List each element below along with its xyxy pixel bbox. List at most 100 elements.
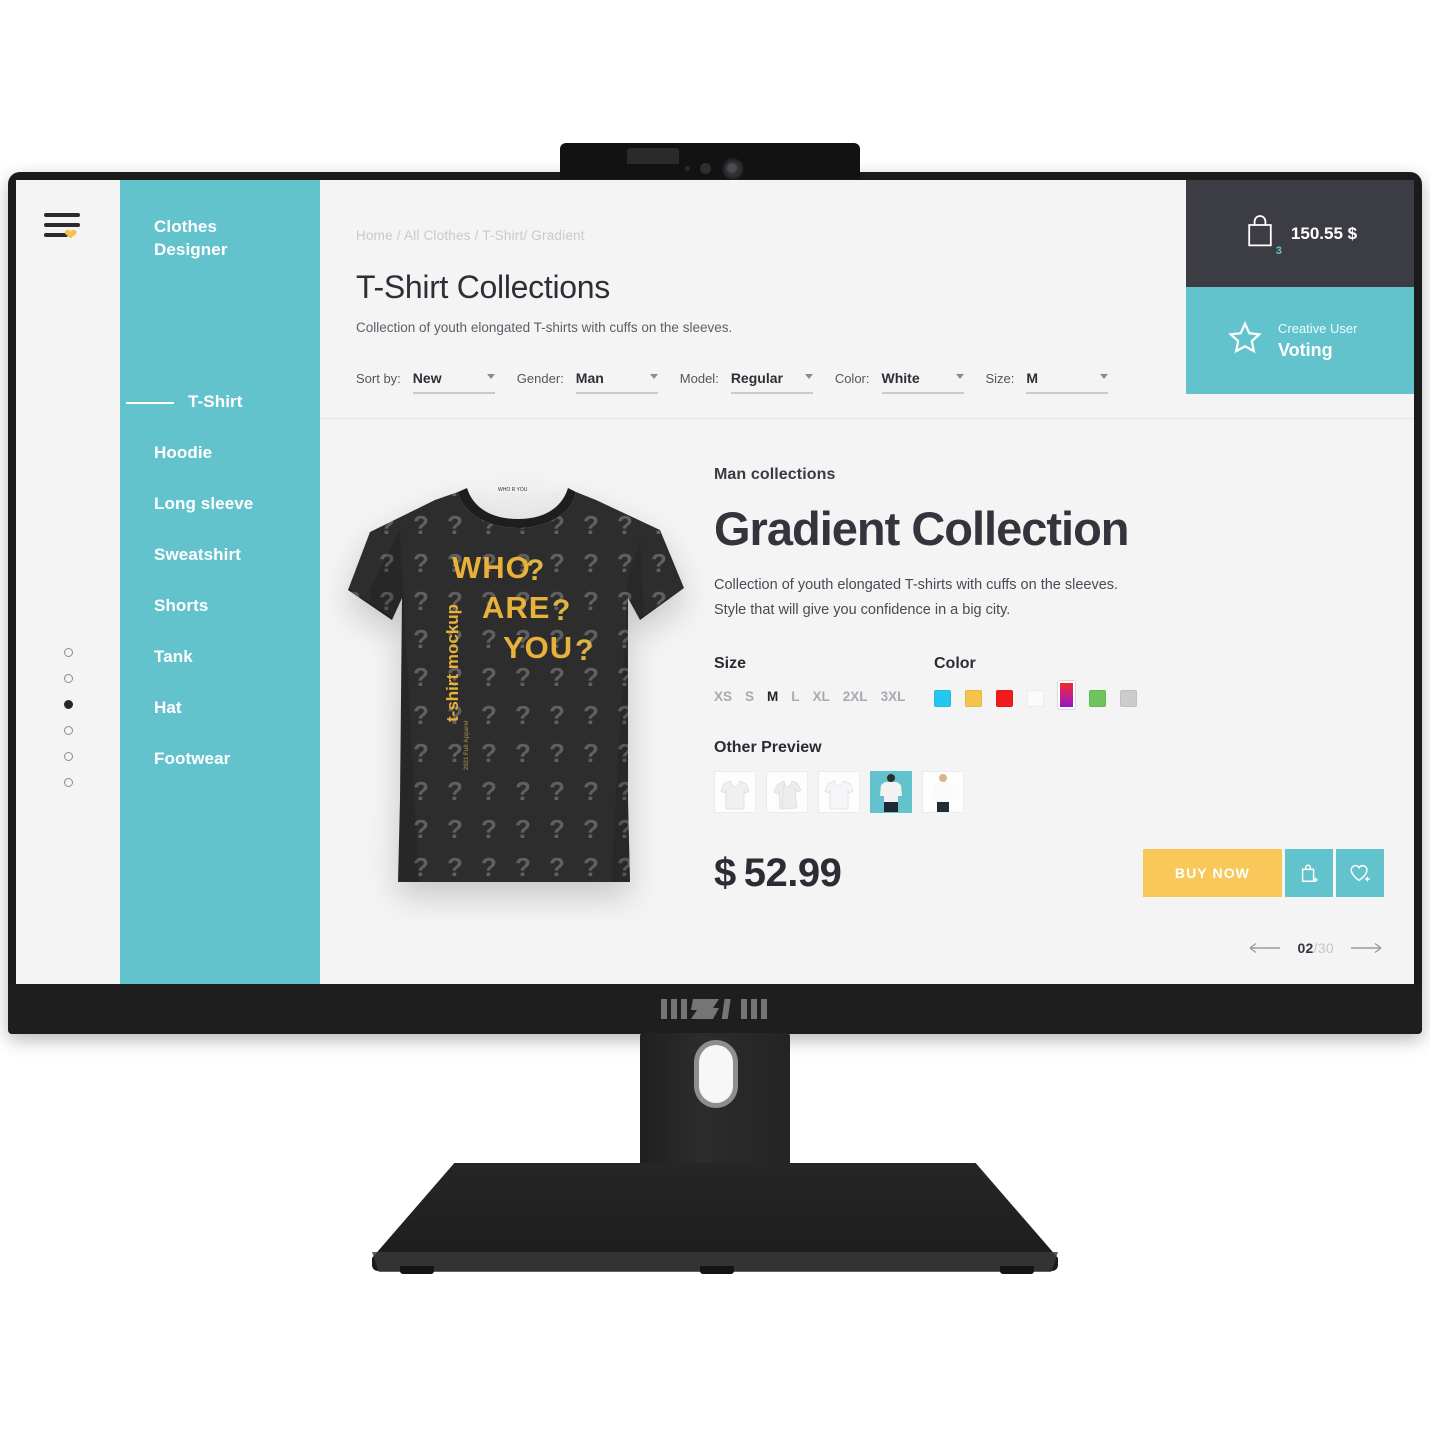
sidebar-item-tank[interactable]: Tank	[120, 631, 320, 682]
cart-count-badge: 3	[1275, 245, 1282, 257]
screenshot-root: ❤ Clothes Designer T-Shirt Hoodie Long s…	[0, 0, 1430, 1430]
svg-text:2021 Full Apparel: 2021 Full Apparel	[464, 720, 470, 770]
svg-text:WHO: WHO	[452, 550, 531, 585]
sidebar-item-label: T-Shirt	[188, 391, 243, 411]
buy-now-button[interactable]: BUY NOW	[1142, 849, 1282, 898]
stand-foot	[400, 1266, 434, 1274]
cart-summary[interactable]: 3 150.55 $	[1186, 180, 1414, 287]
webcam-led-icon	[700, 163, 711, 174]
slide-dot-active[interactable]	[64, 700, 73, 709]
slide-dot[interactable]	[64, 648, 73, 657]
slide-dot[interactable]	[64, 778, 73, 787]
shopping-bag-icon: 3	[1243, 213, 1282, 257]
msi-logo	[8, 985, 1422, 1033]
pagination: 02/30	[1247, 940, 1384, 956]
brand-logo: Clothes Designer	[154, 216, 320, 262]
page-current: 02	[1297, 940, 1314, 956]
filter-size: Size: M	[986, 370, 1109, 394]
sidebar-item-label: Footwear	[154, 748, 231, 768]
prev-page-button[interactable]	[1247, 942, 1281, 954]
sidebar-item-hoodie[interactable]: Hoodie	[120, 427, 320, 478]
size-select[interactable]: M	[1026, 370, 1109, 394]
color-swatch-red[interactable]	[996, 689, 1013, 707]
sidebar-nav: T-Shirt Hoodie Long sleeve Sweatshirt Sh…	[120, 376, 320, 784]
slide-dot[interactable]	[64, 674, 73, 683]
product-eyebrow: Man collections	[714, 466, 836, 483]
svg-text:?: ?	[526, 554, 544, 587]
product-price: $52.99	[714, 851, 842, 896]
color-swatch-gray[interactable]	[1120, 689, 1137, 707]
cart-total: 150.55 $	[1290, 223, 1358, 243]
sidebar-item-label: Shorts	[154, 595, 209, 615]
color-swatch-gold[interactable]	[965, 689, 982, 707]
color-swatch-white[interactable]	[1027, 689, 1044, 707]
voting-line-1: Creative User	[1278, 320, 1358, 336]
filter-gender: Gender: Man	[517, 370, 658, 394]
color-selector: Color	[934, 655, 1137, 710]
filter-sort-by: Sort by: New	[356, 370, 495, 394]
size-option-3xl[interactable]: 3XL	[881, 689, 906, 704]
size-selector: Size XS S M L XL 2XL 3XL	[714, 655, 934, 709]
filter-model: Model: Regular	[680, 370, 813, 394]
color-swatch-gradient[interactable]	[1058, 681, 1075, 710]
buy-row: $52.99 BUY NOW	[714, 849, 1384, 898]
add-to-bag-button[interactable]	[1285, 849, 1333, 898]
preview-heading: Other Preview	[714, 739, 822, 757]
monitor-screen: ❤ Clothes Designer T-Shirt Hoodie Long s…	[16, 180, 1414, 984]
section-divider	[320, 418, 1414, 419]
sidebar-item-shorts[interactable]: Shorts	[120, 580, 320, 631]
preview-thumb-tee-back-flat[interactable]	[818, 771, 860, 814]
arrow-left-icon	[1250, 942, 1281, 954]
add-to-wishlist-icon	[1350, 865, 1370, 882]
sidebar-item-t-shirt[interactable]: T-Shirt	[120, 376, 320, 427]
svg-text:?: ?	[575, 634, 593, 667]
product-desc-line-1: Collection of youth elongated T-shirts w…	[714, 577, 1119, 594]
size-option-s[interactable]: S	[745, 689, 754, 704]
cable-management-hole	[694, 1040, 738, 1108]
svg-text:?: ?	[552, 594, 570, 627]
chevron-down-icon	[486, 374, 495, 379]
size-option-l[interactable]: L	[791, 689, 799, 704]
slide-dot[interactable]	[64, 726, 73, 735]
voting-panel[interactable]: Creative User Voting	[1186, 287, 1414, 394]
monitor-bottom-bezel	[8, 985, 1422, 1033]
slide-dot[interactable]	[64, 752, 73, 761]
model-select[interactable]: Regular	[730, 370, 813, 394]
sidebar-item-sweatshirt[interactable]: Sweatshirt	[120, 529, 320, 580]
preview-thumb-model-front[interactable]	[870, 771, 912, 814]
preview-thumb-tee-front-flat[interactable]	[714, 771, 756, 814]
preview-thumb-model-side[interactable]	[922, 771, 964, 814]
sidebar-item-label: Hat	[154, 697, 182, 717]
next-page-button[interactable]	[1350, 942, 1384, 954]
sidebar-item-footwear[interactable]: Footwear	[120, 733, 320, 784]
size-option-xl[interactable]: XL	[813, 689, 830, 704]
brand-line-2: Designer	[154, 239, 228, 259]
add-to-bag-icon	[1301, 864, 1318, 883]
preview-thumb-tee-angled[interactable]	[766, 771, 808, 814]
sort-by-select[interactable]: New	[412, 370, 495, 394]
webcam-mic-icon	[685, 166, 690, 171]
breadcrumb[interactable]: Home / All Clothes / T-Shirt/ Gradient	[356, 228, 585, 243]
action-buttons: BUY NOW	[1142, 849, 1384, 898]
sidebar-item-hat[interactable]: Hat	[120, 682, 320, 733]
color-swatch-cyan[interactable]	[934, 689, 951, 707]
size-option-xs[interactable]: XS	[714, 689, 732, 704]
product-title: Gradient Collection	[714, 502, 1130, 555]
svg-text:t-shirt mockup: t-shirt mockup	[443, 604, 462, 722]
stand-foot	[1000, 1266, 1034, 1274]
gender-select[interactable]: Man	[575, 370, 658, 394]
filter-label: Gender:	[516, 371, 564, 386]
size-option-m[interactable]: M	[767, 689, 778, 704]
color-swatch-green[interactable]	[1089, 689, 1106, 707]
filter-value: White	[881, 370, 920, 386]
chevron-down-icon	[804, 374, 813, 379]
color-list	[934, 681, 1137, 710]
filter-value: Regular	[730, 370, 783, 386]
product-image[interactable]: ?	[340, 470, 700, 900]
size-option-2xl[interactable]: 2XL	[843, 689, 868, 704]
color-select[interactable]: White	[881, 370, 964, 394]
filter-label: Sort by:	[356, 371, 401, 386]
sidebar-item-label: Hoodie	[154, 442, 213, 462]
sidebar-item-long-sleeve[interactable]: Long sleeve	[120, 478, 320, 529]
add-to-wishlist-button[interactable]	[1336, 849, 1384, 898]
